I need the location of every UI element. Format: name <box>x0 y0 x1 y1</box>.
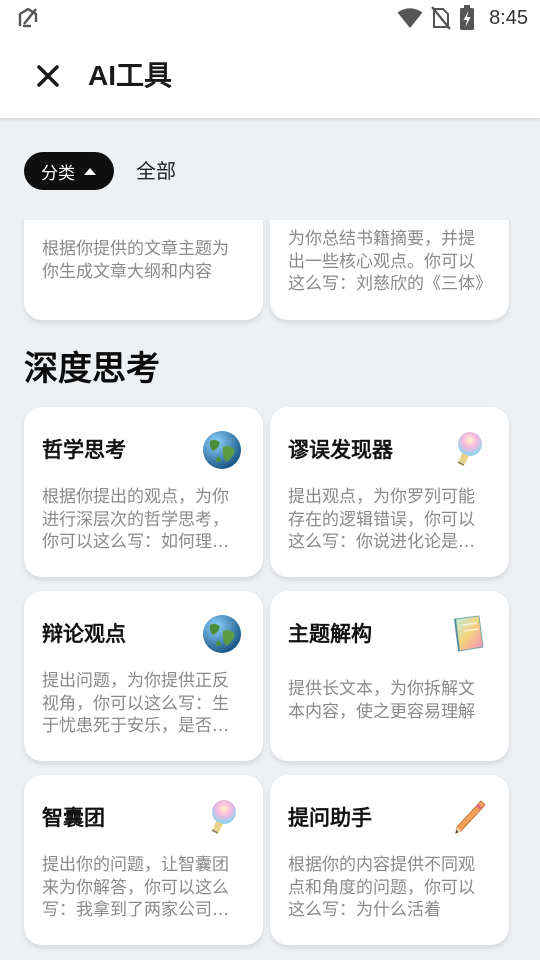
card-title: 主题解构 <box>288 622 372 646</box>
lightbulb-icon <box>457 432 482 466</box>
pencil-icon <box>455 800 486 834</box>
tool-card-partial-2[interactable]: 为你总结书籍摘要，并提出一些核心观点。你可以这么写：刘慈欣的《三体》 <box>270 220 509 320</box>
card-title: 智囊团 <box>42 806 105 830</box>
tool-card-fallacy-finder[interactable]: 谬误发现器 提出观点，为你罗列可能存在的逻辑错误，你可以这么写：你说进化论是错的 <box>270 407 509 577</box>
close-button[interactable] <box>30 56 66 96</box>
no-sim-icon <box>431 6 451 30</box>
card-description: 提供长文本，为你拆解文本内容，使之更容易理解 <box>288 679 475 722</box>
tool-card-question-assistant[interactable]: 提问助手 根据你的内容提供不同观点和角度的问题，你可以这么写：为什么活着 <box>270 775 509 945</box>
section-title-deep-thinking: 深度思考 <box>24 349 160 389</box>
card-description: 根据你的内容提供不同观点和角度的问题，你可以这么写：为什么活着 <box>288 855 475 920</box>
status-time: 8:45 <box>489 6 528 29</box>
tool-card-partial-1[interactable]: 根据你提供的文章主题为你生成文章大纲和内容 <box>24 220 263 320</box>
globe-icon <box>203 431 241 469</box>
card-description: 为你总结书籍摘要，并提出一些核心观点。你可以这么写：刘慈欣的《三体》 <box>288 229 490 294</box>
notebook-icon <box>454 615 484 652</box>
card-description: 根据你提供的文章主题为你生成文章大纲和内容 <box>42 239 229 282</box>
close-icon <box>37 65 59 87</box>
card-description: 提出你的问题，让智囊团来为你解答，你可以这么写：我拿到了两家公司的offer <box>42 855 229 920</box>
globe-icon <box>203 615 241 653</box>
card-description: 根据你提出的观点，为你进行深层次的哲学思考，你可以这么写：如何理解人生的意义 <box>42 487 229 552</box>
lightbulb-icon <box>211 800 236 834</box>
caret-up-icon <box>84 168 96 175</box>
card-description: 提出问题，为你提供正反视角，你可以这么写：生于忧患死于安乐，是否正确 <box>42 671 229 736</box>
filter-all-option[interactable]: 全部 <box>136 156 176 186</box>
card-title: 哲学思考 <box>42 438 126 462</box>
category-chip-label: 分类 <box>41 163 75 184</box>
app-notification-icon <box>18 7 38 28</box>
tool-card-think-tank[interactable]: 智囊团 提出你的问题，让智囊团来为你解答，你可以这么写：我拿到了两家公司的off… <box>24 775 263 945</box>
filter-row: 分类 全部 <box>0 150 540 194</box>
tool-list[interactable]: 根据你提供的文章主题为你生成文章大纲和内容 为你总结书籍摘要，并提出一些核心观点… <box>0 220 540 960</box>
page-title: AI工具 <box>88 60 173 91</box>
app-header: AI工具 <box>0 36 540 118</box>
category-filter-chip[interactable]: 分类 <box>24 152 114 190</box>
tool-card-philosophy[interactable]: 哲学思考 根据你提出的观点，为你进行深层次的哲学思考，你可以这么写：如何理解人生… <box>24 407 263 577</box>
status-bar: 8:45 <box>0 0 540 36</box>
card-description: 提出观点，为你罗列可能存在的逻辑错误，你可以这么写：你说进化论是错的 <box>288 487 475 552</box>
battery-charging-icon <box>460 5 475 30</box>
tool-card-debate[interactable]: 辩论观点 提出问题，为你提供正反视角，你可以这么写：生于忧患死于安乐，是否正确 <box>24 591 263 761</box>
card-title: 辩论观点 <box>42 622 126 646</box>
tool-card-topic-deconstruction[interactable]: 主题解构 提供长文本，为你拆解文本内容，使之更容易理解 <box>270 591 509 761</box>
card-title: 提问助手 <box>288 806 372 830</box>
wifi-icon <box>397 8 423 28</box>
card-title: 谬误发现器 <box>288 438 393 462</box>
